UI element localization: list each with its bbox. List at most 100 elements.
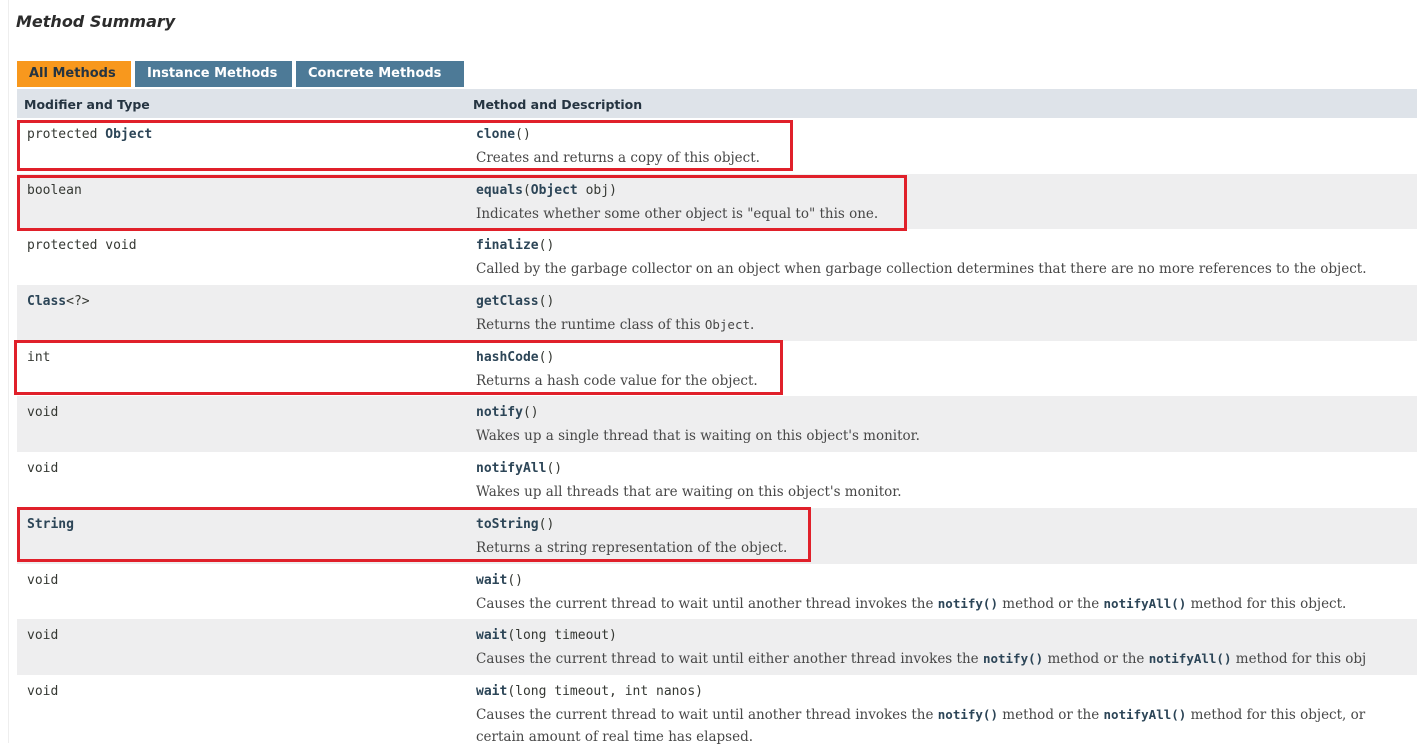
modifier-text: protected bbox=[27, 127, 106, 142]
method-link-tostring[interactable]: toString bbox=[476, 517, 539, 532]
description-text-end: . bbox=[750, 317, 755, 334]
description-text: Causes the current thread to wait until … bbox=[476, 595, 938, 612]
method-description: Causes the current thread to wait until … bbox=[476, 651, 1366, 667]
modifier-type: void bbox=[27, 405, 59, 421]
method-description: Returns a hash code value for the object… bbox=[476, 372, 758, 389]
description-text: Returns the runtime class of this bbox=[476, 317, 705, 334]
method-link-wait-timeout-nanos[interactable]: wait bbox=[476, 684, 507, 699]
modifier-type: void bbox=[27, 461, 59, 477]
modifier-type: void bbox=[27, 572, 59, 588]
method-description-line2: certain amount of real time has elapsed. bbox=[476, 728, 754, 745]
method-params: (long timeout) bbox=[507, 628, 617, 644]
method-description: Wakes up all threads that are waiting on… bbox=[476, 484, 902, 501]
description-link-notify[interactable]: notify() bbox=[983, 651, 1043, 666]
method-params: () bbox=[538, 294, 555, 310]
method-signature: toString() bbox=[476, 517, 554, 532]
tab-all-methods[interactable]: All Methods bbox=[17, 61, 131, 87]
method-params: () bbox=[538, 349, 555, 365]
modifier-type: boolean bbox=[27, 182, 82, 198]
method-link-wait[interactable]: wait bbox=[476, 573, 507, 588]
method-link-notifyall[interactable]: notifyAll bbox=[476, 461, 546, 476]
modifier-type: int bbox=[27, 349, 51, 365]
table-row: int hashCode() Returns a hash code value… bbox=[17, 341, 1417, 397]
method-link-equals[interactable]: equals bbox=[476, 183, 523, 198]
method-params: () bbox=[546, 461, 563, 477]
method-description: Creates and returns a copy of this objec… bbox=[476, 150, 760, 166]
method-link-finalize[interactable]: finalize bbox=[476, 238, 539, 253]
type-link-string[interactable]: String bbox=[27, 517, 74, 532]
table-row: void wait(long timeout) Causes the curre… bbox=[17, 619, 1417, 675]
modifier-type: void bbox=[27, 628, 59, 644]
method-link-notify[interactable]: notify bbox=[476, 405, 523, 420]
description-link-notify[interactable]: notify() bbox=[938, 596, 998, 611]
description-text: Causes the current thread to wait until … bbox=[476, 651, 983, 668]
method-signature: wait() bbox=[476, 573, 523, 588]
method-link-wait-timeout[interactable]: wait bbox=[476, 628, 507, 643]
method-description: Returns the runtime class of this Object… bbox=[476, 317, 754, 333]
table-row: void wait(long timeout, int nanos) Cause… bbox=[17, 675, 1417, 745]
method-signature: finalize() bbox=[476, 238, 554, 253]
table-row: String toString() Returns a string repre… bbox=[17, 507, 1417, 564]
type-link-object[interactable]: Object bbox=[105, 127, 152, 142]
method-signature: equals(Object obj) bbox=[476, 183, 617, 198]
table-row: boolean equals(Object obj) Indicates whe… bbox=[17, 173, 1417, 230]
table-row: void notify() Wakes up a single thread t… bbox=[17, 396, 1417, 453]
method-description: Causes the current thread to wait until … bbox=[476, 707, 1365, 723]
modifier-type: Class<?> bbox=[27, 294, 90, 309]
column-header-method: Method and Description bbox=[473, 97, 643, 112]
description-text-mid: method or the bbox=[997, 595, 1104, 612]
method-table: protected Object clone() Creates and ret… bbox=[17, 118, 1417, 745]
method-params: () bbox=[507, 572, 523, 588]
description-link-notify[interactable]: notify() bbox=[938, 707, 998, 722]
method-params-open: ( bbox=[522, 182, 531, 198]
description-link-notifyall[interactable]: notifyAll() bbox=[1149, 651, 1232, 666]
method-signature: getClass() bbox=[476, 294, 554, 309]
method-link-getclass[interactable]: getClass bbox=[476, 294, 539, 309]
method-signature: clone() bbox=[476, 127, 531, 142]
method-signature: hashCode() bbox=[476, 350, 554, 365]
method-description: Called by the garbage collector on an ob… bbox=[476, 261, 1367, 278]
table-row: void wait() Causes the current thread to… bbox=[17, 564, 1417, 620]
description-text-end: method for this object. bbox=[1186, 595, 1347, 612]
method-signature: notifyAll() bbox=[476, 461, 562, 476]
method-params: () bbox=[522, 405, 539, 421]
param-type-link-object[interactable]: Object bbox=[531, 183, 578, 198]
tab-concrete-methods[interactable]: Concrete Methods bbox=[296, 61, 464, 87]
modifier-type: protected Object bbox=[27, 127, 152, 142]
method-params: (long timeout, int nanos) bbox=[507, 683, 703, 699]
method-signature: wait(long timeout, int nanos) bbox=[476, 684, 703, 699]
table-row: protected void finalize() Called by the … bbox=[17, 229, 1417, 285]
method-params: () bbox=[515, 127, 531, 142]
method-signature: wait(long timeout) bbox=[476, 628, 617, 643]
method-tabs: All Methods Instance Methods Concrete Me… bbox=[17, 61, 464, 87]
modifier-type: void bbox=[27, 683, 59, 699]
method-link-hashcode[interactable]: hashCode bbox=[476, 350, 539, 365]
table-row: Class<?> getClass() Returns the runtime … bbox=[17, 285, 1417, 341]
description-code: Object bbox=[704, 317, 751, 333]
description-link-notifyall[interactable]: notifyAll() bbox=[1104, 596, 1187, 611]
table-header: Modifier and Type Method and Description bbox=[17, 89, 1417, 118]
type-generic: <?> bbox=[66, 294, 90, 310]
table-row: protected Object clone() Creates and ret… bbox=[17, 118, 1417, 174]
modifier-type: String bbox=[27, 517, 74, 532]
method-description: Wakes up a single thread that is waiting… bbox=[476, 428, 920, 445]
column-header-modifier: Modifier and Type bbox=[24, 97, 150, 112]
method-params: () bbox=[538, 516, 555, 532]
method-params-close: obj) bbox=[577, 182, 617, 198]
description-text-mid: method or the bbox=[997, 706, 1104, 723]
description-text: Causes the current thread to wait until … bbox=[476, 706, 938, 723]
tab-instance-methods[interactable]: Instance Methods bbox=[135, 61, 292, 87]
method-description: Indicates whether some other object is "… bbox=[476, 205, 879, 222]
modifier-type: protected void bbox=[27, 238, 137, 254]
description-text-end: method for this obj bbox=[1231, 651, 1367, 668]
page-title: Method Summary bbox=[16, 12, 176, 31]
method-description: Causes the current thread to wait until … bbox=[476, 596, 1346, 612]
description-text-mid: method or the bbox=[1043, 651, 1149, 668]
method-signature: notify() bbox=[476, 405, 539, 420]
description-link-notifyall[interactable]: notifyAll() bbox=[1104, 707, 1187, 722]
type-link-class[interactable]: Class bbox=[27, 294, 66, 309]
table-row: void notifyAll() Wakes up all threads th… bbox=[17, 452, 1417, 508]
left-margin-rule bbox=[8, 0, 9, 743]
description-text-end: method for this object, or bbox=[1186, 706, 1366, 723]
method-link-clone[interactable]: clone bbox=[476, 127, 515, 142]
